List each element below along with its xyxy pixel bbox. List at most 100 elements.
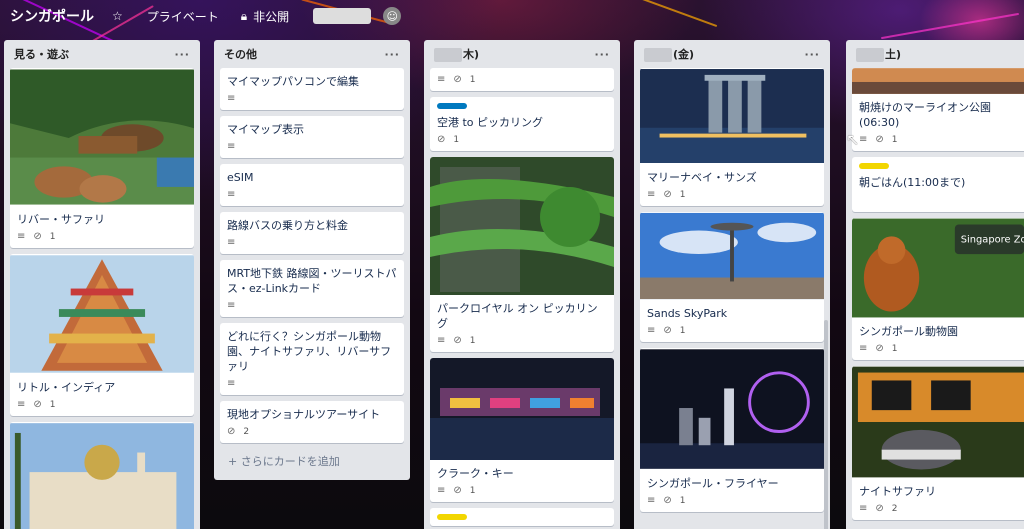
card-parkroyal[interactable]: パークロイヤル オン ピッカリング ≡ ⊘ 1	[430, 157, 614, 352]
more-dots-icon[interactable]: ···	[594, 48, 610, 61]
card-singapore-flyer[interactable]: シンガポール・フライヤー ≡ ⊘ 1	[640, 348, 824, 512]
card-cover-image	[640, 349, 824, 469]
list-header[interactable]: (金) ···	[634, 40, 830, 68]
card-title: 朝焼けのマーライオン公園(06:30)	[859, 101, 991, 129]
card-merlion-sunrise[interactable]: 朝焼けのマーライオン公園(06:30) ≡ ⊘ 1	[852, 68, 1024, 151]
description-icon: ≡	[227, 237, 236, 248]
redacted-date	[856, 48, 884, 62]
member-avatar[interactable]	[313, 8, 372, 24]
card-yellow-partial[interactable]	[430, 508, 614, 526]
card-cover-image	[430, 358, 614, 460]
description-icon: ≡	[437, 74, 446, 85]
more-dots-icon[interactable]: ···	[384, 48, 400, 61]
card-little-india[interactable]: リトル・インディア ≡ ⊘ 1	[10, 254, 194, 416]
board-header: シンガポール ☆ プライベート 🔒︎ 非公開 ☺	[0, 0, 1024, 32]
card-marina-bay-sands[interactable]: マリーナベイ・サンズ ≡ ⊘ 1	[640, 68, 824, 206]
list-title[interactable]: 見る・遊ぶ	[14, 46, 69, 62]
description-icon: ≡	[437, 335, 446, 346]
list-header[interactable]: その他 ···	[214, 40, 410, 68]
attachment-count: 2	[243, 426, 250, 437]
card-optional-tour[interactable]: 現地オプショナルツアーサイト ⊘ 2	[220, 401, 404, 443]
attachment-count: 1	[679, 189, 686, 200]
paperclip-icon: ⊘	[875, 503, 884, 514]
card-cover-image	[640, 212, 824, 300]
card-night-safari[interactable]: ナイトサファリ ≡ ⊘ 2	[852, 366, 1024, 520]
description-icon: ≡	[227, 93, 236, 104]
card-cover-image	[10, 69, 194, 205]
more-dots-icon[interactable]: ···	[804, 48, 820, 61]
attachment-count: 1	[469, 485, 476, 496]
card-which-zoo[interactable]: どれに行く？シンガポール動物園、ナイトサファリ、リバーサファリ ≡	[220, 323, 404, 395]
board-title[interactable]: シンガポール	[10, 6, 94, 26]
description-icon: ≡	[859, 503, 868, 514]
card-title: 路線バスの乗り方と料金	[227, 219, 348, 232]
description-icon: ≡	[859, 134, 868, 145]
more-dots-icon[interactable]: ···	[174, 48, 190, 61]
card-title: eSIM	[227, 171, 254, 184]
card-title: リトル・インディア	[17, 381, 116, 394]
list-other: その他 ··· マイマップパソコンで編集 ≡ マイマップ表示 ≡ eSIM ≡ …	[214, 40, 410, 480]
visibility-closed[interactable]: 非公開	[253, 8, 289, 25]
card-cover-image	[10, 255, 194, 373]
description-icon: ≡	[17, 399, 26, 410]
redacted-date	[644, 48, 672, 62]
card-cover-image	[640, 69, 824, 163]
card-mymap-edit[interactable]: マイマップパソコンで編集 ≡	[220, 68, 404, 110]
card-title: シンガポール・フライヤー	[647, 477, 779, 490]
description-icon: ≡	[227, 141, 236, 152]
paperclip-icon: ⊘	[453, 485, 462, 496]
card-title: 朝ごはん(11:00まで)	[859, 176, 966, 189]
list-scrollbar[interactable]	[824, 320, 828, 529]
card-clarke-quay[interactable]: クラーク・キー ≡ ⊘ 1	[430, 358, 614, 502]
card-mrt[interactable]: MRT地下鉄 路線図・ツーリストパス・ez-Linkカード ≡	[220, 260, 404, 317]
list-title[interactable]: 土)	[885, 48, 901, 61]
card-title: クラーク・キー	[437, 467, 514, 480]
paperclip-icon: ⊘	[453, 335, 462, 346]
description-icon: ≡	[17, 231, 26, 242]
list-title[interactable]: 木)	[463, 48, 479, 61]
attachment-count: 1	[679, 325, 686, 336]
list-title[interactable]: (金)	[673, 48, 694, 61]
card-cover-image	[430, 157, 614, 295]
card-bus[interactable]: 路線バスの乗り方と料金 ≡	[220, 212, 404, 254]
card-breakfast[interactable]: 朝ごはん(11:00まで)	[852, 157, 1024, 212]
paperclip-icon: ⊘	[453, 74, 462, 85]
invite-icon[interactable]: ☺	[383, 7, 402, 25]
card-title: マイマップ表示	[227, 123, 304, 136]
card-title: どれに行く？シンガポール動物園、ナイトサファリ、リバーサファリ	[227, 330, 392, 373]
list-thursday: 木) ··· ≡ ⊘ 1 空港 to ピッカリング ⊘ 1 パークロイヤル オン…	[424, 40, 620, 529]
list-header[interactable]: 土)	[846, 40, 1024, 68]
add-card-button[interactable]: + さらにカードを追加	[220, 449, 404, 473]
attachment-count: 1	[49, 231, 56, 242]
attachment-count: 1	[453, 134, 460, 145]
card-title: マリーナベイ・サンズ	[647, 171, 757, 184]
card-top-partial[interactable]: ≡ ⊘ 1	[430, 68, 614, 91]
card-river-safari[interactable]: リバー・サファリ ≡ ⊘ 1	[10, 68, 194, 248]
card-esim[interactable]: eSIM ≡	[220, 164, 404, 206]
card-mymap-view[interactable]: マイマップ表示 ≡	[220, 116, 404, 158]
description-icon: ≡	[437, 485, 446, 496]
zoo-sign-text: Singapore Zoo	[961, 234, 1024, 245]
attachment-count: 1	[679, 495, 686, 506]
list-saturday: 土) 朝焼けのマーライオン公園(06:30) ≡ ⊘ 1 朝ごはん(11:00ま…	[846, 40, 1024, 529]
card-title: パークロイヤル オン ピッカリング	[437, 302, 598, 330]
card-cover-image: Singapore Zoo	[852, 218, 1024, 318]
card-singapore-zoo[interactable]: Singapore Zoo シンガポール動物園 ≡ ⊘ 1	[852, 218, 1024, 360]
list-friday: (金) ··· マリーナベイ・サンズ ≡ ⊘ 1 Sands SkyPark ≡…	[634, 40, 830, 529]
card-airport-pickering[interactable]: 空港 to ピッカリング ⊘ 1	[430, 97, 614, 151]
description-icon: ≡	[647, 325, 656, 336]
lock-icon: 🔒︎	[240, 8, 248, 23]
description-icon: ≡	[227, 300, 236, 311]
visibility-private[interactable]: プライベート	[147, 8, 219, 25]
star-icon[interactable]: ☆	[112, 9, 123, 23]
card-sands-skypark[interactable]: Sands SkyPark ≡ ⊘ 1	[640, 212, 824, 342]
attachment-count: 1	[891, 343, 898, 354]
card-title: 現地オプショナルツアーサイト	[227, 408, 381, 421]
description-icon: ≡	[227, 378, 236, 389]
paperclip-icon: ⊘	[663, 495, 672, 506]
card-mosque[interactable]	[10, 422, 194, 529]
list-header[interactable]: 木) ···	[424, 40, 620, 68]
list-header[interactable]: 見る・遊ぶ ···	[4, 40, 200, 68]
list-title[interactable]: その他	[224, 46, 257, 62]
list-see-play: 見る・遊ぶ ··· リバー・サファリ ≡ ⊘ 1 リトル・インディア ≡ ⊘ 1	[4, 40, 200, 529]
